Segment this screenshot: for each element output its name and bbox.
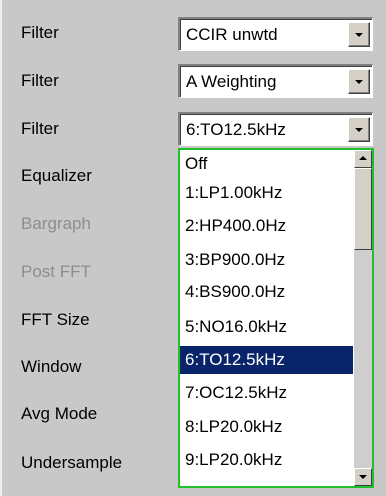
settings-panel: Filter Filter Filter Equalizer Bargraph … (0, 0, 386, 496)
filter-select-1-value: CCIR unwtd (186, 25, 278, 44)
bargraph-label: Bargraph (21, 214, 91, 233)
dropdown-option[interactable]: 3:BP900.0Hz (180, 246, 353, 274)
dropdown-option[interactable]: 8:LP20.0kHz (180, 413, 353, 441)
dropdown-option[interactable]: 7:OC12.5kHz (180, 379, 353, 407)
scroll-thumb[interactable] (354, 168, 372, 250)
chevron-down-icon (355, 80, 363, 84)
fft-size-label: FFT Size (21, 310, 90, 329)
filter-label-3: Filter (21, 119, 59, 138)
filter-label-2: Filter (21, 71, 59, 90)
avg-mode-label: Avg Mode (21, 404, 98, 423)
window-label: Window (21, 357, 82, 376)
dropdown-scrollbar[interactable] (354, 150, 372, 486)
filter-dropdown-list[interactable]: Off 1:LP1.00kHz 2:HP400.0Hz 3:BP900.0Hz … (178, 148, 374, 488)
filter-select-2[interactable]: A Weighting (178, 64, 373, 98)
dropdown-option[interactable]: 1:LP1.00kHz (180, 179, 353, 207)
chevron-down-icon (355, 128, 363, 132)
dropdown-option[interactable]: 2:HP400.0Hz (180, 212, 353, 240)
filter-select-3[interactable]: 6:TO12.5kHz (178, 112, 373, 146)
scroll-up-button[interactable] (354, 150, 372, 168)
filter-select-2-value: A Weighting (186, 72, 277, 91)
chevron-down-icon (359, 475, 367, 479)
filter-label-1: Filter (21, 23, 59, 42)
filter-select-3-dropdown-button[interactable] (348, 117, 370, 142)
dropdown-option[interactable]: 4:BS900.0Hz (180, 278, 353, 306)
filter-select-2-dropdown-button[interactable] (348, 69, 370, 94)
dropdown-option[interactable]: Off (180, 150, 353, 178)
chevron-up-icon (359, 156, 367, 160)
dropdown-option-selected[interactable]: 6:TO12.5kHz (180, 346, 353, 374)
post-fft-label: Post FFT (21, 262, 91, 281)
scroll-down-button[interactable] (354, 468, 372, 486)
dropdown-option[interactable]: 5:NO16.0kHz (180, 313, 353, 341)
filter-select-1-dropdown-button[interactable] (348, 22, 370, 47)
filter-select-3-value: 6:TO12.5kHz (186, 120, 286, 139)
equalizer-label: Equalizer (21, 166, 92, 185)
chevron-down-icon (355, 33, 363, 37)
dropdown-option[interactable]: 9:LP20.0kHz (180, 446, 353, 474)
undersample-label: Undersample (21, 453, 123, 472)
filter-select-1[interactable]: CCIR unwtd (178, 17, 373, 51)
